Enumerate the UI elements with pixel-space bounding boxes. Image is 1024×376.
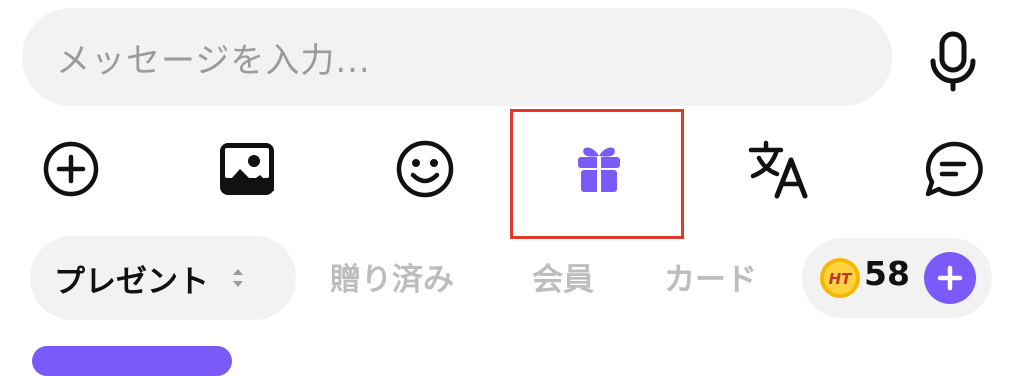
coin-label: HT	[829, 270, 854, 288]
plus-circle-icon[interactable]	[38, 136, 104, 202]
message-input[interactable]: メッセージを入力...	[22, 8, 892, 106]
category-chip[interactable]	[32, 346, 232, 376]
coin-balance: 58	[864, 254, 910, 293]
translate-icon[interactable]	[746, 136, 812, 202]
tab-present-label: プレゼント	[54, 263, 209, 300]
chat-bubble-icon[interactable]	[920, 136, 986, 202]
tab-card[interactable]: カード	[664, 254, 757, 299]
image-icon[interactable]	[214, 136, 280, 202]
sort-arrows-icon	[231, 266, 245, 290]
smiley-icon[interactable]	[392, 136, 458, 202]
gift-highlight-box	[510, 109, 684, 239]
coin-icon: HT	[818, 256, 862, 300]
microphone-icon[interactable]	[922, 30, 984, 92]
tab-present[interactable]: プレゼント	[30, 236, 296, 320]
add-coins-button[interactable]	[924, 252, 976, 304]
tab-member[interactable]: 会員	[532, 254, 594, 299]
plus-icon	[937, 265, 963, 291]
tab-gifted[interactable]: 贈り済み	[330, 254, 454, 299]
message-input-placeholder: メッセージを入力...	[56, 40, 371, 81]
